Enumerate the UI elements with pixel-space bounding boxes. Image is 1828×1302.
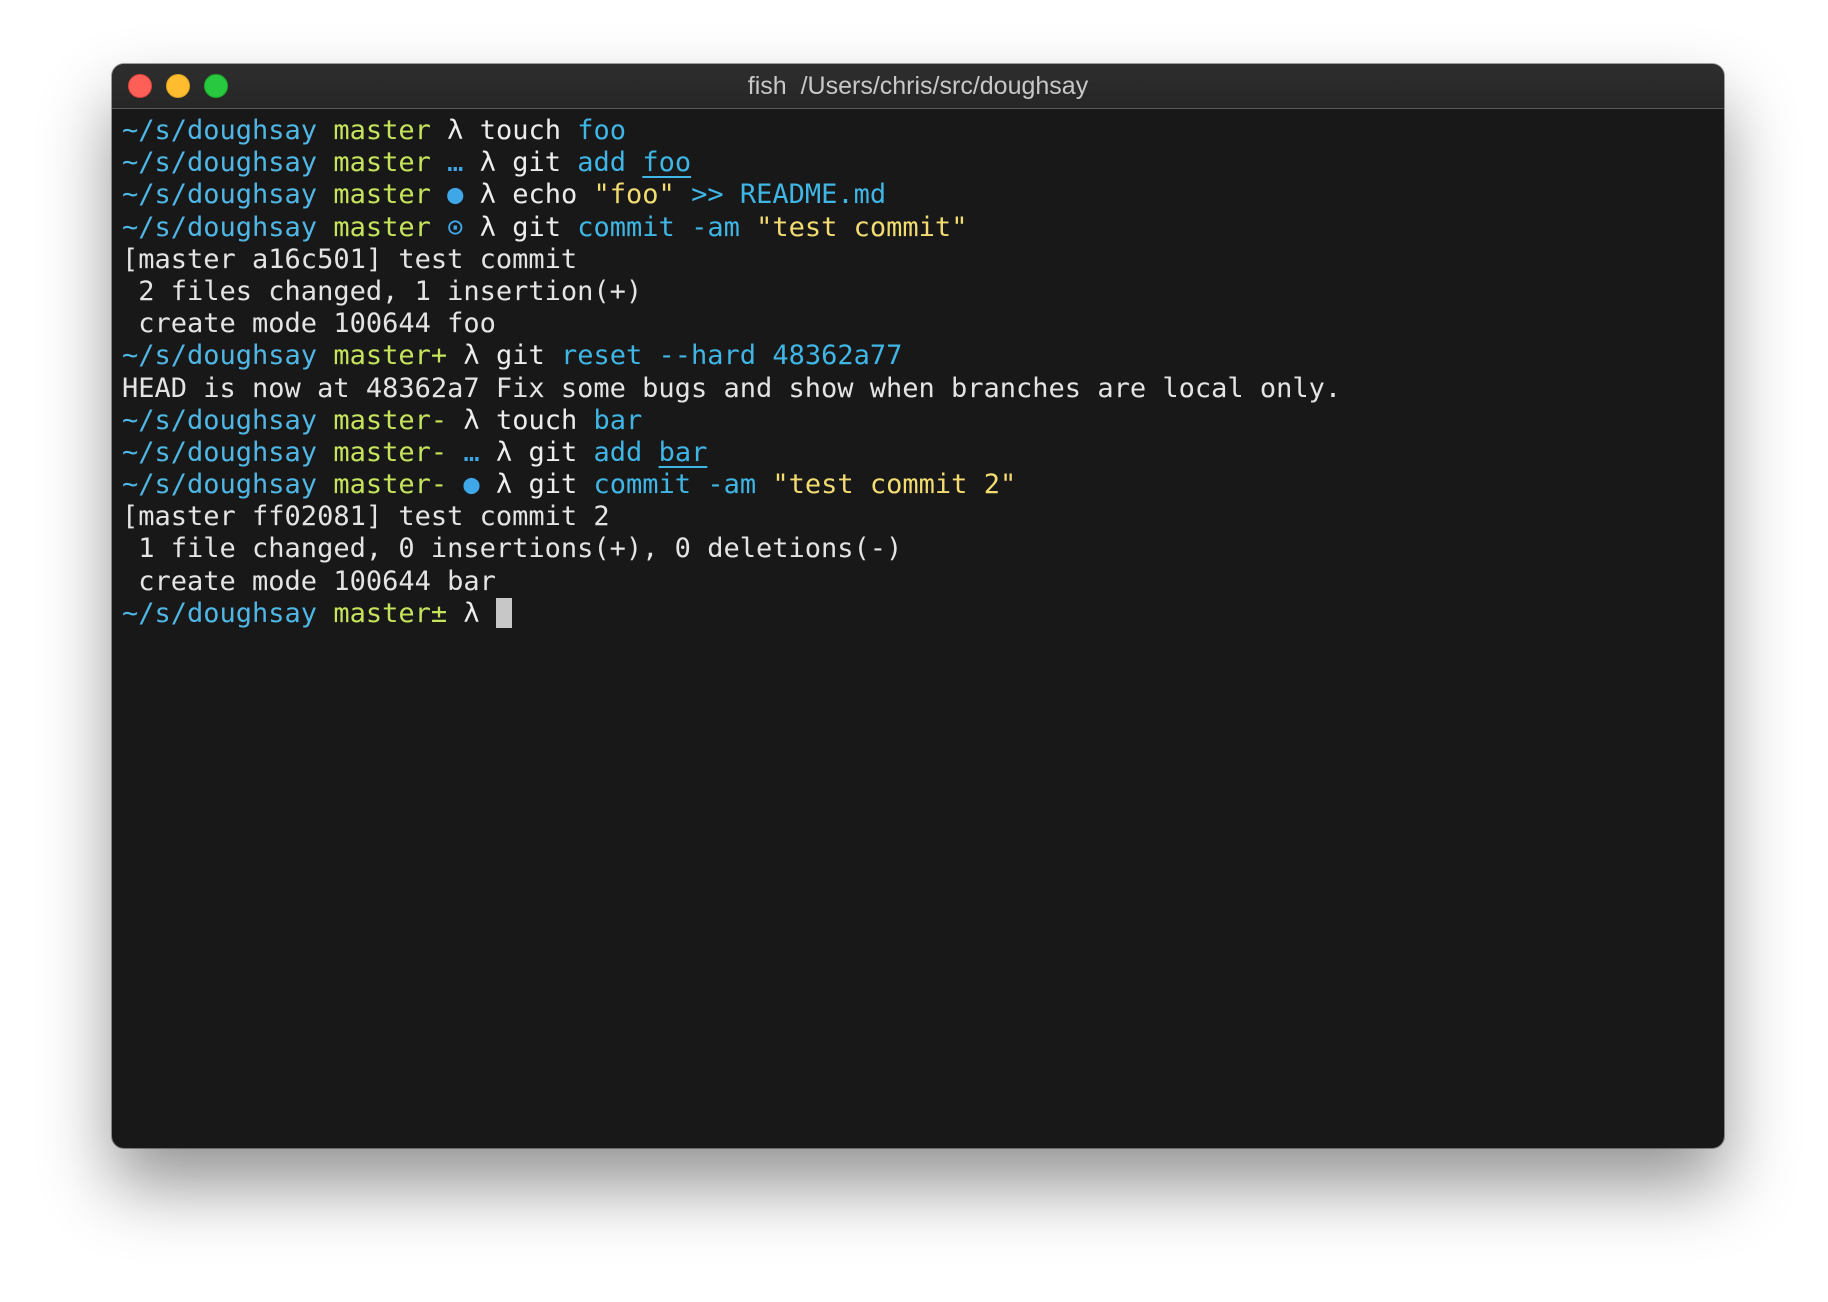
output-text: [master ff02081] test commit 2 (122, 501, 610, 533)
prompt-line: ~/s/doughsay master+ λ git reset --hard … (122, 340, 1714, 372)
prompt-path: ~/s/doughsay (122, 115, 318, 146)
prompt-line: ~/s/doughsay master … λ git add foo (122, 147, 1714, 179)
prompt-lambda: λ (447, 115, 464, 146)
prompt-line: ~/s/doughsay master± λ (122, 597, 1714, 630)
git-branch: master- (333, 436, 448, 468)
git-status-indicator: ● (463, 469, 480, 501)
command-argument: >> (691, 179, 724, 211)
command-argument: -am (707, 469, 757, 501)
command-name: git (495, 340, 545, 372)
command-argument: foo (642, 147, 692, 179)
output-line: HEAD is now at 48362a7 Fix some bugs and… (122, 373, 1714, 405)
prompt-lambda: λ (463, 340, 480, 372)
command-argument: commit (593, 469, 692, 501)
prompt-path: ~/s/doughsay (122, 436, 318, 468)
command-argument: bar (593, 404, 643, 436)
output-text: 1 file changed, 0 insertions(+), 0 delet… (122, 533, 903, 565)
output-text: 2 files changed, 1 insertion(+) (122, 275, 643, 307)
prompt-lambda: λ (495, 469, 513, 501)
command-argument: foo (577, 115, 627, 146)
git-status-indicator: … (447, 147, 464, 179)
prompt-path: ~/s/doughsay (122, 340, 318, 372)
prompt-path: ~/s/doughsay (122, 597, 318, 629)
git-branch: master (333, 179, 431, 211)
title-bar[interactable]: fish /Users/chris/src/doughsay (112, 64, 1724, 109)
terminal-output[interactable]: ~/s/doughsay master λ touch foo ~/s/dough… (112, 109, 1724, 630)
prompt-lambda: λ (479, 179, 496, 211)
prompt-line: ~/s/doughsay master ⊙ λ git commit -am "… (122, 212, 1714, 244)
prompt-lambda: λ (479, 211, 496, 243)
prompt-lambda: λ (463, 597, 480, 629)
prompt-path: ~/s/doughsay (122, 147, 318, 179)
output-line: create mode 100644 foo (122, 308, 1714, 340)
command-argument: 48362a77 (772, 340, 903, 372)
command-argument: "test commit" (756, 211, 968, 243)
git-status-indicator: ⊙ (447, 211, 464, 243)
prompt-path: ~/s/doughsay (122, 179, 318, 211)
prompt-line: ~/s/doughsay master λ touch foo (122, 115, 1714, 147)
window-title: fish /Users/chris/src/doughsay (747, 72, 1089, 100)
command-argument: reset (560, 340, 643, 372)
command-argument: "test commit 2" (772, 469, 1017, 501)
command-name: touch (479, 115, 561, 146)
output-line: create mode 100644 bar (122, 566, 1714, 598)
command-argument: add (593, 436, 643, 468)
text-cursor (495, 597, 512, 628)
command-argument: --hard (658, 340, 757, 372)
prompt-line: ~/s/doughsay master- ● λ git commit -am … (122, 469, 1714, 501)
output-line: [master a16c501] test commit (122, 244, 1714, 276)
prompt-lambda: λ (463, 404, 480, 436)
prompt-line: ~/s/doughsay master ● λ echo "foo" >> RE… (122, 179, 1714, 211)
command-argument: "foo" (593, 179, 675, 211)
output-text: create mode 100644 bar (122, 565, 496, 597)
command-name: git (528, 436, 578, 468)
git-branch: master (333, 147, 431, 179)
git-branch: master- (333, 404, 448, 436)
command-argument: bar (658, 436, 708, 468)
output-line: 1 file changed, 0 insertions(+), 0 delet… (122, 533, 1714, 565)
git-branch: master+ (333, 340, 448, 372)
command-argument: commit (577, 211, 675, 243)
git-branch: master (333, 115, 431, 146)
command-argument: -am (691, 211, 740, 243)
command-argument: README.md (739, 179, 887, 211)
command-argument: add (577, 147, 627, 179)
git-status-indicator: ● (447, 179, 464, 211)
output-text: HEAD is now at 48362a7 Fix some bugs and… (122, 372, 1342, 404)
command-name: touch (495, 404, 578, 436)
command-name: git (512, 147, 561, 179)
prompt-path: ~/s/doughsay (122, 404, 318, 436)
output-line: 2 files changed, 1 insertion(+) (122, 276, 1714, 308)
git-status-indicator: … (463, 436, 480, 468)
prompt-lambda: λ (479, 147, 496, 179)
terminal-window[interactable]: fish /Users/chris/src/doughsay ~/s/dough… (112, 64, 1724, 1148)
command-name: git (512, 211, 561, 243)
git-branch: master (333, 211, 431, 243)
output-line: [master ff02081] test commit 2 (122, 501, 1714, 533)
git-branch: master- (333, 469, 448, 501)
prompt-path: ~/s/doughsay (122, 469, 318, 501)
command-name: echo (512, 179, 578, 211)
git-branch: master± (333, 597, 448, 629)
command-name: git (528, 469, 578, 501)
prompt-path: ~/s/doughsay (122, 211, 318, 243)
prompt-line: ~/s/doughsay master- … λ git add bar (122, 437, 1714, 469)
prompt-lambda: λ (495, 436, 513, 468)
prompt-line: ~/s/doughsay master- λ touch bar (122, 405, 1714, 437)
output-text: create mode 100644 foo (122, 308, 496, 340)
output-text: [master a16c501] test commit (122, 243, 578, 275)
